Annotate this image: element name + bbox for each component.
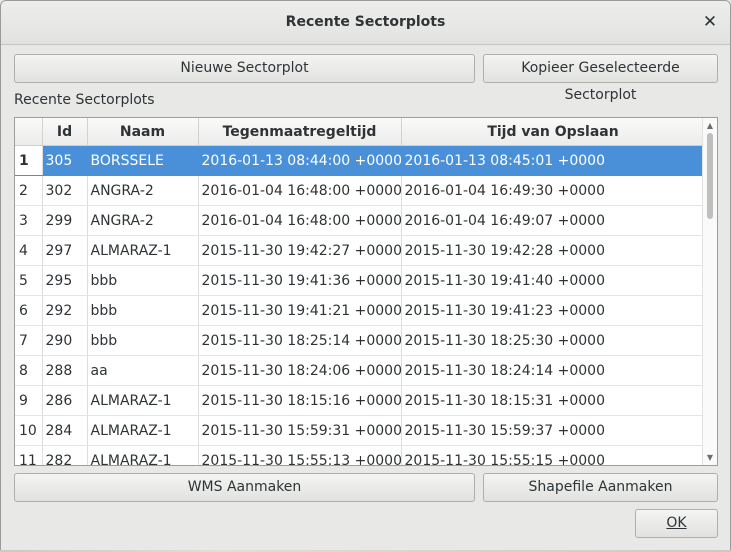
table-row[interactable]: 2 302 ANGRA-2 2016-01-04 16:48:00 +0000 2016… bbox=[15, 175, 706, 206]
cell-naam: bbb bbox=[87, 265, 199, 296]
section-label: Recente Sectorplots bbox=[14, 92, 155, 108]
cell-tegenmaatregeltijd: 2016-01-13 08:44:00 +0000 bbox=[198, 145, 402, 176]
table-row[interactable]: 1 305 BORSSELE 2016-01-13 08:44:00 +0000 201… bbox=[15, 145, 706, 176]
cell-tijd-van-opslaan: 2015-11-30 15:55:15 +0000 bbox=[401, 445, 706, 465]
row-number: 3 bbox=[15, 205, 43, 236]
recent-sectorplots-dialog: Recente Sectorplots ✕ Nieuwe Sectorplot … bbox=[0, 0, 731, 552]
cell-naam: bbb bbox=[87, 295, 199, 326]
cell-id: 290 bbox=[42, 325, 88, 356]
row-number: 10 bbox=[15, 415, 43, 446]
cell-tegenmaatregeltijd: 2015-11-30 19:41:21 +0000 bbox=[198, 295, 402, 326]
shapefile-create-button[interactable]: Shapefile Aanmaken bbox=[483, 473, 718, 502]
cell-tegenmaatregeltijd: 2015-11-30 19:41:36 +0000 bbox=[198, 265, 402, 296]
row-number: 2 bbox=[15, 175, 43, 206]
cell-tijd-van-opslaan: 2016-01-04 16:49:07 +0000 bbox=[401, 205, 706, 236]
cell-tijd-van-opslaan: 2016-01-13 08:45:01 +0000 bbox=[401, 145, 706, 176]
cell-tijd-van-opslaan: 2015-11-30 19:42:28 +0000 bbox=[401, 235, 706, 266]
cell-id: 288 bbox=[42, 355, 88, 386]
sectorplots-table[interactable]: Id Naam Tegenmaatregeltijd Tijd van Opsl… bbox=[14, 117, 718, 466]
cell-tijd-van-opslaan: 2015-11-30 19:41:23 +0000 bbox=[401, 295, 706, 326]
row-number: 11 bbox=[15, 445, 43, 465]
cell-tijd-van-opslaan: 2015-11-30 18:15:31 +0000 bbox=[401, 385, 706, 416]
cell-id: 284 bbox=[42, 415, 88, 446]
cell-tegenmaatregeltijd: 2015-11-30 15:59:31 +0000 bbox=[198, 415, 402, 446]
column-header-tijd-van-opslaan[interactable]: Tijd van Opslaan bbox=[401, 118, 706, 146]
cell-tijd-van-opslaan: 2015-11-30 18:25:30 +0000 bbox=[401, 325, 706, 356]
table-row[interactable]: 9 286 ALMARAZ-1 2015-11-30 18:15:16 +0000 20… bbox=[15, 385, 706, 416]
row-number: 9 bbox=[15, 385, 43, 416]
cell-naam: ALMARAZ-1 bbox=[87, 415, 199, 446]
table-row[interactable]: 8 288 aa 2015-11-30 18:24:06 +0000 2015-11-3… bbox=[15, 355, 706, 386]
copy-selected-sectorplot-button[interactable]: Kopieer Geselecteerde Sectorplot bbox=[483, 54, 718, 103]
close-icon[interactable]: ✕ bbox=[700, 12, 720, 32]
cell-tegenmaatregeltijd: 2016-01-04 16:48:00 +0000 bbox=[198, 175, 402, 206]
cell-tegenmaatregeltijd: 2015-11-30 18:15:16 +0000 bbox=[198, 385, 402, 416]
cell-id: 299 bbox=[42, 205, 88, 236]
cell-tegenmaatregeltijd: 2015-11-30 15:55:13 +0000 bbox=[198, 445, 402, 465]
cell-naam: bbb bbox=[87, 325, 199, 356]
cell-id: 305 bbox=[42, 145, 88, 176]
cell-naam: ALMARAZ-1 bbox=[87, 385, 199, 416]
cell-tegenmaatregeltijd: 2015-11-30 19:42:27 +0000 bbox=[198, 235, 402, 266]
table-row[interactable]: 5 295 bbb 2015-11-30 19:41:36 +0000 2015-11-… bbox=[15, 265, 706, 296]
cell-id: 282 bbox=[42, 445, 88, 465]
cell-tijd-van-opslaan: 2015-11-30 19:41:40 +0000 bbox=[401, 265, 706, 296]
row-number: 1 bbox=[15, 145, 43, 176]
cell-naam: BORSSELE bbox=[87, 145, 199, 176]
cell-id: 295 bbox=[42, 265, 88, 296]
row-number: 5 bbox=[15, 265, 43, 296]
table-row[interactable]: 4 297 ALMARAZ-1 2015-11-30 19:42:27 +0000 20… bbox=[15, 235, 706, 266]
column-header-naam[interactable]: Naam bbox=[87, 118, 199, 146]
window-title: Recente Sectorplots bbox=[285, 14, 446, 30]
cell-id: 302 bbox=[42, 175, 88, 206]
cell-tegenmaatregeltijd: 2016-01-04 16:48:00 +0000 bbox=[198, 205, 402, 236]
row-number: 6 bbox=[15, 295, 43, 326]
cell-naam: ALMARAZ-1 bbox=[87, 445, 199, 465]
cell-naam: ANGRA-2 bbox=[87, 175, 199, 206]
scroll-thumb[interactable] bbox=[707, 133, 713, 219]
table-row[interactable]: 7 290 bbb 2015-11-30 18:25:14 +0000 2015-11-… bbox=[15, 325, 706, 356]
vertical-scrollbar[interactable]: ▲ ▼ bbox=[702, 118, 717, 465]
title-bar: Recente Sectorplots ✕ bbox=[1, 1, 730, 45]
new-sectorplot-button[interactable]: Nieuwe Sectorplot bbox=[14, 54, 475, 83]
table-row[interactable]: 6 292 bbb 2015-11-30 19:41:21 +0000 2015-11-… bbox=[15, 295, 706, 326]
row-number: 8 bbox=[15, 355, 43, 386]
cell-tegenmaatregeltijd: 2015-11-30 18:24:06 +0000 bbox=[198, 355, 402, 386]
column-header-rownum bbox=[15, 118, 43, 146]
scroll-up-icon[interactable]: ▲ bbox=[703, 120, 717, 132]
cell-tijd-van-opslaan: 2015-11-30 15:59:37 +0000 bbox=[401, 415, 706, 446]
wms-create-button[interactable]: WMS Aanmaken bbox=[14, 473, 475, 502]
cell-tijd-van-opslaan: 2016-01-04 16:49:30 +0000 bbox=[401, 175, 706, 206]
cell-id: 297 bbox=[42, 235, 88, 266]
cell-tijd-van-opslaan: 2015-11-30 18:24:14 +0000 bbox=[401, 355, 706, 386]
row-number: 4 bbox=[15, 235, 43, 266]
cell-tegenmaatregeltijd: 2015-11-30 18:25:14 +0000 bbox=[198, 325, 402, 356]
table-header: Id Naam Tegenmaatregeltijd Tijd van Opsl… bbox=[15, 118, 706, 146]
table-row[interactable]: 11 282 ALMARAZ-1 2015-11-30 15:55:13 +0000 2… bbox=[15, 445, 706, 465]
scroll-down-icon[interactable]: ▼ bbox=[703, 452, 717, 464]
row-number: 7 bbox=[15, 325, 43, 356]
cell-naam: ANGRA-2 bbox=[87, 205, 199, 236]
table-row[interactable]: 10 284 ALMARAZ-1 2015-11-30 15:59:31 +0000 2… bbox=[15, 415, 706, 446]
column-header-id[interactable]: Id bbox=[42, 118, 88, 146]
table-row[interactable]: 3 299 ANGRA-2 2016-01-04 16:48:00 +0000 2016… bbox=[15, 205, 706, 236]
cell-naam: ALMARAZ-1 bbox=[87, 235, 199, 266]
cell-id: 286 bbox=[42, 385, 88, 416]
column-header-tegenmaatregeltijd[interactable]: Tegenmaatregeltijd bbox=[198, 118, 402, 146]
cell-naam: aa bbox=[87, 355, 199, 386]
ok-button[interactable]: OK bbox=[635, 509, 718, 538]
cell-id: 292 bbox=[42, 295, 88, 326]
